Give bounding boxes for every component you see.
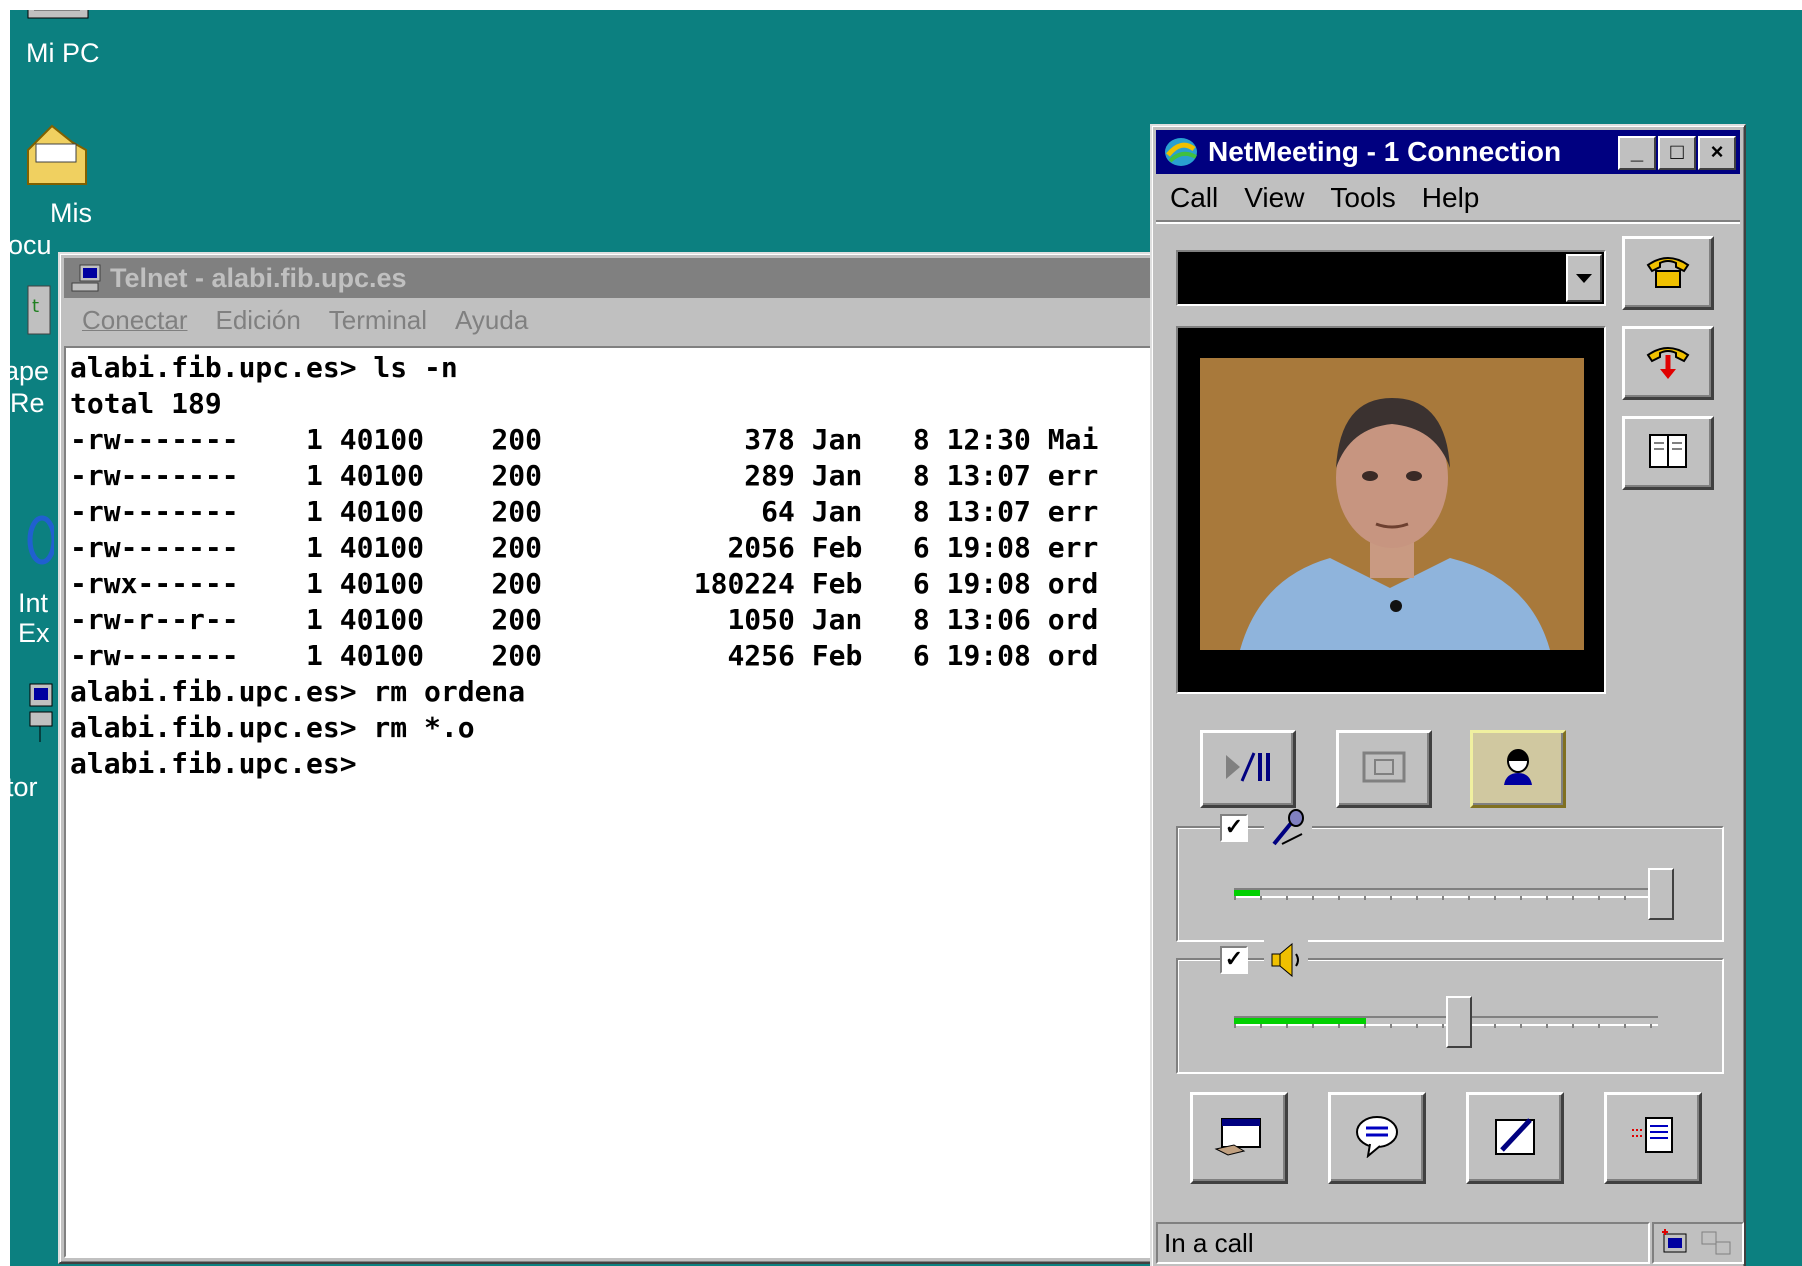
menu-conectar[interactable]: Conectar xyxy=(82,305,188,336)
terminal-line: -rw------- 1 40100 200 378 Jan 8 12:30 M… xyxy=(70,423,1099,456)
menu-ayuda[interactable]: Ayuda xyxy=(455,305,528,336)
whiteboard-icon xyxy=(1492,1114,1538,1163)
share-program-button[interactable] xyxy=(1190,1092,1288,1184)
internet-explorer-icon[interactable] xyxy=(24,510,57,570)
desktop: Mi PC Mis ocu t ape Re Int Ex tor Telnet… xyxy=(10,10,1802,1266)
terminal-line: alabi.fib.upc.es> ls -n xyxy=(70,351,458,384)
check-icon: ✓ xyxy=(1224,814,1244,839)
directory-button[interactable] xyxy=(1622,416,1714,490)
telnet-app-icon xyxy=(70,263,102,293)
recycle-bin-icon[interactable]: t xyxy=(24,280,54,340)
share-program-icon xyxy=(1214,1115,1264,1162)
microphone-ticks xyxy=(1234,896,1658,900)
terminal-line: alabi.fib.upc.es> rm *.o xyxy=(70,711,475,744)
file-transfer-icon xyxy=(1630,1114,1676,1163)
status-bar: In a call xyxy=(1156,1222,1744,1264)
minimize-icon: _ xyxy=(1630,139,1644,164)
menu-help[interactable]: Help xyxy=(1422,182,1480,214)
desktop-icon-label-mis: Mis xyxy=(50,198,92,228)
menu-edicion[interactable]: Edición xyxy=(216,305,301,336)
microphone-icon xyxy=(1264,808,1312,853)
switch-person-button[interactable] xyxy=(1470,730,1566,808)
telnet-titlebar[interactable]: Telnet - alabi.fib.upc.es xyxy=(64,258,1256,298)
chat-bubble-icon xyxy=(1354,1114,1400,1163)
netmeeting-menubar: Call View Tools Help xyxy=(1156,176,1740,222)
close-icon: × xyxy=(1710,139,1724,164)
play-pause-icon xyxy=(1220,747,1276,792)
terminal-line: alabi.fib.upc.es> rm ordena xyxy=(70,675,526,708)
chevron-down-icon[interactable] xyxy=(1566,254,1602,302)
phone-icon xyxy=(1644,251,1692,296)
check-icon: ✓ xyxy=(1224,946,1244,971)
end-call-button[interactable] xyxy=(1622,326,1714,400)
microphone-volume-slider[interactable] xyxy=(1648,868,1674,920)
desktop-icon-label-papelera: ape xyxy=(10,356,50,386)
address-book-icon xyxy=(1646,431,1690,476)
person-icon xyxy=(1500,747,1536,792)
svg-text:t: t xyxy=(32,296,39,317)
terminal-line: -rw------- 1 40100 200 64 Jan 8 13:07 er… xyxy=(70,495,1099,528)
computers-icon xyxy=(1700,1228,1734,1265)
folder-icon[interactable] xyxy=(22,122,92,192)
chat-button[interactable] xyxy=(1328,1092,1426,1184)
terminal-line: -rw-r--r-- 1 40100 200 1050 Jan 8 13:06 … xyxy=(70,603,1099,636)
microphone-checkbox[interactable]: ✓ xyxy=(1220,814,1248,842)
remote-video-image xyxy=(1200,358,1584,650)
close-button[interactable]: × xyxy=(1698,136,1736,170)
play-pause-button[interactable] xyxy=(1200,730,1296,808)
terminal-line: -rw------- 1 40100 200 4256 Feb 6 19:08 … xyxy=(70,639,1099,672)
transfer-file-button[interactable] xyxy=(1604,1092,1702,1184)
picture-in-picture-button[interactable] xyxy=(1336,730,1432,808)
menu-view[interactable]: View xyxy=(1244,182,1304,214)
picture-in-picture-icon xyxy=(1361,750,1407,789)
netmeeting-titlebar[interactable]: NetMeeting - 1 Connection _ □ × xyxy=(1156,130,1740,174)
speaker-icon xyxy=(1264,940,1308,985)
microphone-group: ✓ xyxy=(1176,808,1724,942)
status-icons xyxy=(1652,1222,1744,1264)
telnet-window[interactable]: Telnet - alabi.fib.upc.es Conectar Edici… xyxy=(58,252,1262,1264)
desktop-icon-label-mi-pc: Mi PC xyxy=(26,38,100,68)
telnet-title: Telnet - alabi.fib.upc.es xyxy=(110,262,407,293)
terminal-line: -rw------- 1 40100 200 2056 Feb 6 19:08 … xyxy=(70,531,1099,564)
hangup-icon xyxy=(1644,341,1692,386)
address-combobox[interactable] xyxy=(1176,250,1606,306)
whiteboard-button[interactable] xyxy=(1466,1092,1564,1184)
menu-call[interactable]: Call xyxy=(1170,182,1218,214)
minimize-button[interactable]: _ xyxy=(1618,136,1656,170)
menu-tools[interactable]: Tools xyxy=(1330,182,1395,214)
network-connection-icon xyxy=(1660,1228,1694,1265)
maximize-button[interactable]: □ xyxy=(1658,136,1696,170)
desktop-icon-label-tor: tor xyxy=(10,772,38,802)
terminal-output: alabi.fib.upc.es> ls -n total 189 -rw---… xyxy=(66,348,1254,782)
netmeeting-app-icon xyxy=(1162,135,1200,169)
video-window xyxy=(1176,326,1606,694)
person-video-icon xyxy=(1200,358,1584,650)
desktop-icon-label-explorer: Ex xyxy=(18,618,50,648)
terminal-line: -rwx------ 1 40100 200 180224 Feb 6 19:0… xyxy=(70,567,1099,600)
netmeeting-title: NetMeeting - 1 Connection xyxy=(1208,136,1562,167)
network-computer-icon[interactable] xyxy=(24,680,54,750)
netmeeting-window[interactable]: NetMeeting - 1 Connection _ □ × Call Vie… xyxy=(1150,124,1746,1266)
terminal-line: alabi.fib.upc.es> xyxy=(70,747,357,780)
desktop-icon-label-documents: ocu xyxy=(10,230,52,260)
speaker-checkbox[interactable]: ✓ xyxy=(1220,946,1248,974)
terminal-area[interactable]: alabi.fib.upc.es> ls -n total 189 -rw---… xyxy=(64,346,1256,1258)
speaker-group: ✓ xyxy=(1176,940,1724,1074)
speaker-volume-slider[interactable] xyxy=(1446,996,1472,1048)
place-call-button[interactable] xyxy=(1622,236,1714,310)
desktop-icon-label-reciclaje: Re xyxy=(10,388,45,418)
status-text: In a call xyxy=(1156,1222,1650,1264)
desktop-icon-label-internet: Int xyxy=(18,588,49,618)
my-computer-icon[interactable] xyxy=(24,10,94,26)
telnet-menubar: Conectar Edición Terminal Ayuda xyxy=(64,300,1256,340)
terminal-line: -rw------- 1 40100 200 289 Jan 8 13:07 e… xyxy=(70,459,1099,492)
menu-terminal[interactable]: Terminal xyxy=(329,305,427,336)
maximize-icon: □ xyxy=(1670,139,1684,164)
terminal-line: total 189 xyxy=(70,387,222,420)
